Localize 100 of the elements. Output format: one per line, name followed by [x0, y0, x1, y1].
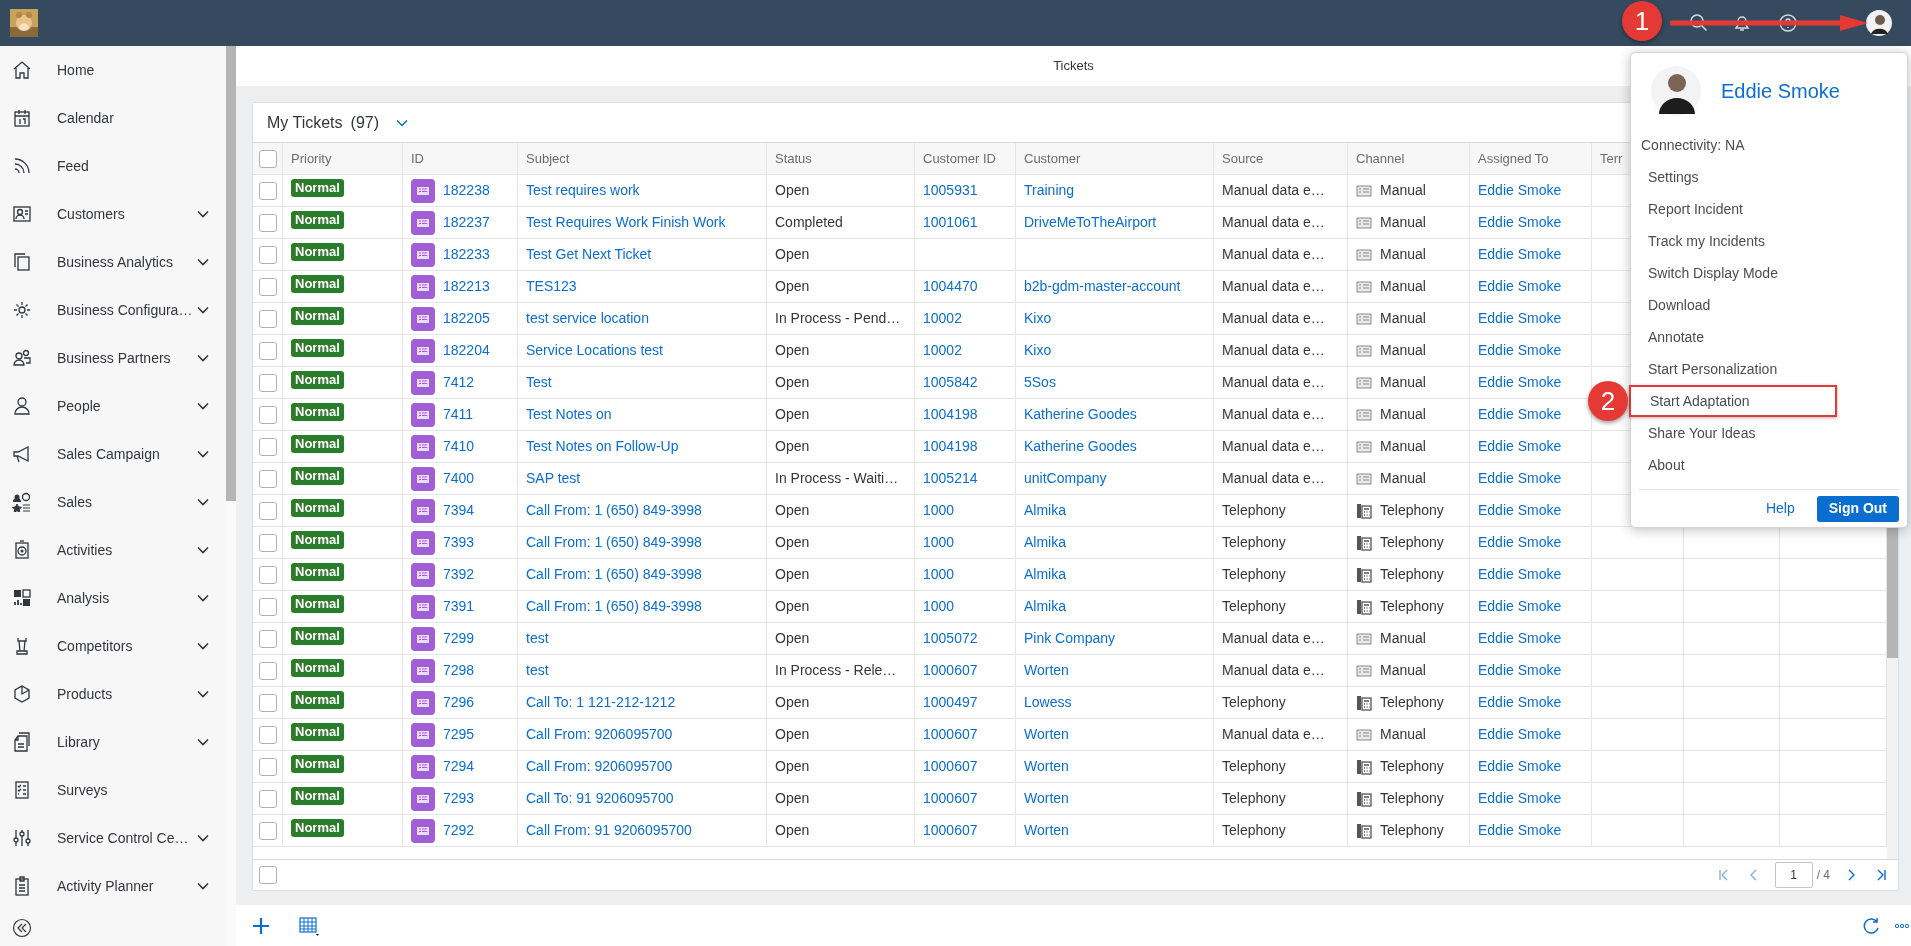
customer-link[interactable]: 5Sos	[1024, 372, 1056, 393]
ticket-id-link[interactable]: 7393	[443, 532, 475, 553]
avatar[interactable]	[1866, 10, 1892, 36]
menu-item[interactable]: About	[1631, 449, 1907, 481]
sidebar-item[interactable]: People	[0, 382, 226, 430]
customer-id-link[interactable]: 1000607	[923, 660, 978, 681]
add-icon[interactable]	[252, 916, 270, 935]
subject-link[interactable]: test	[526, 660, 549, 681]
sidebar-item[interactable]: Business Configura…	[0, 286, 226, 334]
ticket-id-link[interactable]: 7400	[443, 468, 475, 489]
checkbox[interactable]	[258, 789, 277, 808]
customer-link[interactable]: Katherine Goodes	[1024, 436, 1137, 457]
checkbox[interactable]	[258, 309, 277, 328]
ticket-id-link[interactable]: 7298	[443, 660, 475, 681]
customer-link[interactable]: Almika	[1024, 596, 1066, 617]
subject-link[interactable]: Call From: 9206095700	[526, 724, 673, 745]
sidebar-item[interactable]: Activities	[0, 526, 226, 574]
subject-link[interactable]: Call From: 1 (650) 849-3998	[526, 596, 702, 617]
ticket-id-link[interactable]: 7411	[443, 404, 474, 425]
subject-link[interactable]: Call From: 1 (650) 849-3998	[526, 564, 702, 585]
sidebar-item[interactable]: Surveys	[0, 766, 226, 814]
scrollbar-thumb[interactable]	[226, 46, 236, 501]
bell-icon[interactable]	[1732, 13, 1752, 33]
table-settings-icon[interactable]	[298, 915, 320, 936]
subject-link[interactable]: Call From: 1 (650) 849-3998	[526, 500, 702, 521]
customer-link[interactable]: Worten	[1024, 660, 1069, 681]
ticket-id-link[interactable]: 7391	[443, 596, 475, 617]
ticket-id-link[interactable]: 182204	[443, 340, 490, 361]
customer-id-link[interactable]: 1000607	[923, 788, 978, 809]
help-icon[interactable]	[1778, 13, 1798, 33]
subject-link[interactable]: Call From: 9206095700	[526, 756, 673, 777]
checkbox[interactable]	[258, 757, 277, 776]
search-icon[interactable]	[1689, 13, 1709, 33]
customer-link[interactable]: Katherine Goodes	[1024, 404, 1137, 425]
customer-id-link[interactable]: 1000	[923, 532, 955, 553]
subject-link[interactable]: test	[526, 628, 549, 649]
ticket-id-link[interactable]: 182205	[443, 308, 490, 329]
checkbox[interactable]	[258, 565, 277, 584]
sign-out-button[interactable]: Sign Out	[1816, 495, 1899, 522]
customer-id-link[interactable]: 10002	[923, 308, 962, 329]
more-icon[interactable]	[1895, 922, 1909, 929]
assignee-link[interactable]: Eddie Smoke	[1478, 532, 1562, 553]
ticket-id-link[interactable]: 7392	[443, 564, 475, 585]
user-name-link[interactable]: Eddie Smoke	[1721, 76, 1840, 106]
ticket-id-link[interactable]: 7295	[443, 724, 475, 745]
checkbox[interactable]	[258, 661, 277, 680]
assignee-link[interactable]: Eddie Smoke	[1478, 340, 1562, 361]
customer-id-link[interactable]: 1000	[923, 564, 955, 585]
checkbox[interactable]	[258, 437, 277, 456]
subject-link[interactable]: Test	[526, 372, 552, 393]
menu-item[interactable]: Start Personalization	[1631, 353, 1907, 385]
ticket-id-link[interactable]: 7293	[443, 788, 475, 809]
subject-link[interactable]: Test requires work	[526, 180, 640, 201]
sidebar-item[interactable]: Feed	[0, 142, 226, 190]
checkbox[interactable]	[258, 469, 277, 488]
assignee-link[interactable]: Eddie Smoke	[1478, 244, 1562, 265]
subject-link[interactable]: Call From: 1 (650) 849-3998	[526, 532, 702, 553]
customer-id-link[interactable]: 1004470	[923, 276, 978, 297]
customer-id-link[interactable]: 1001061	[923, 212, 978, 233]
customer-link[interactable]: Lowess	[1024, 692, 1072, 713]
checkbox[interactable]	[258, 597, 277, 616]
customer-link[interactable]: Almika	[1024, 564, 1066, 585]
assignee-link[interactable]: Eddie Smoke	[1478, 276, 1562, 297]
ticket-id-link[interactable]: 7294	[443, 756, 475, 777]
checkbox[interactable]	[258, 405, 277, 424]
customer-link[interactable]: Kixo	[1024, 308, 1052, 329]
customer-link[interactable]: unitCompany	[1024, 468, 1107, 489]
assignee-link[interactable]: Eddie Smoke	[1478, 660, 1562, 681]
menu-item[interactable]: Share Your Ideas	[1631, 417, 1907, 449]
menu-item[interactable]: Report Incident	[1631, 193, 1907, 225]
checkbox[interactable]	[258, 533, 277, 552]
checkbox[interactable]	[258, 501, 277, 520]
checkbox[interactable]	[258, 245, 277, 264]
assignee-link[interactable]: Eddie Smoke	[1478, 564, 1562, 585]
subject-link[interactable]: Call From: 91 9206095700	[526, 820, 692, 841]
customer-id-link[interactable]: 1000	[923, 500, 955, 521]
menu-item[interactable]: Download	[1631, 289, 1907, 321]
menu-item[interactable]: Settings	[1631, 161, 1907, 193]
sidebar-item[interactable]: Service Control Ce…	[0, 814, 226, 862]
ticket-id-link[interactable]: 7292	[443, 820, 475, 841]
sidebar-item[interactable]: Library	[0, 718, 226, 766]
ticket-id-link[interactable]: 182233	[443, 244, 490, 265]
checkbox[interactable]	[258, 629, 277, 648]
customer-link[interactable]: Training	[1024, 180, 1075, 201]
assignee-link[interactable]: Eddie Smoke	[1478, 692, 1562, 713]
customer-id-link[interactable]: 1005931	[923, 180, 978, 201]
assignee-link[interactable]: Eddie Smoke	[1478, 404, 1562, 425]
subject-link[interactable]: Service Locations test	[526, 340, 663, 361]
customer-id-link[interactable]: 1005214	[923, 468, 978, 489]
subject-link[interactable]: Call To: 91 9206095700	[526, 788, 674, 809]
checkbox[interactable]	[258, 181, 277, 200]
customer-id-link[interactable]: 1000607	[923, 756, 978, 777]
subject-link[interactable]: Test Notes on	[526, 404, 612, 425]
assignee-link[interactable]: Eddie Smoke	[1478, 468, 1562, 489]
menu-item[interactable]: Switch Display Mode	[1631, 257, 1907, 289]
checkbox[interactable]	[259, 866, 277, 884]
ticket-id-link[interactable]: 7410	[443, 436, 475, 457]
customer-link[interactable]: Worten	[1024, 820, 1069, 841]
customer-id-link[interactable]: 1000607	[923, 724, 978, 745]
assignee-link[interactable]: Eddie Smoke	[1478, 212, 1562, 233]
